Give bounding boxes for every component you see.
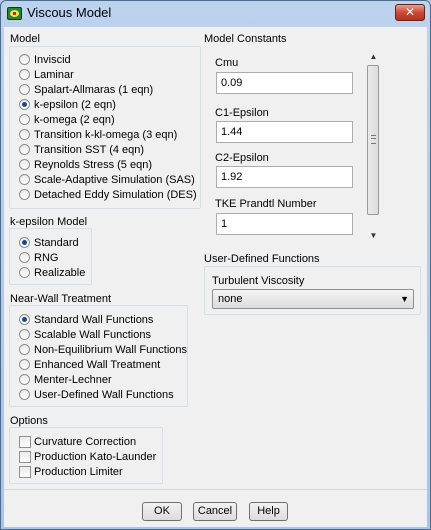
chevron-down-icon: ▼ bbox=[400, 294, 409, 304]
radio-circle bbox=[19, 84, 30, 95]
turbulent-viscosity-dropdown[interactable]: none ▼ bbox=[212, 289, 414, 309]
checkbox-box bbox=[19, 466, 31, 478]
radio-circle bbox=[19, 344, 30, 355]
radio-label: RNG bbox=[34, 252, 59, 264]
radio-circle bbox=[19, 237, 30, 248]
scroll-down-arrow-icon[interactable]: ▼ bbox=[366, 228, 381, 243]
radio-circle bbox=[19, 252, 30, 263]
radio-label: Scalable Wall Functions bbox=[34, 329, 151, 341]
radio-circle bbox=[19, 144, 30, 155]
radio-circle bbox=[19, 54, 30, 65]
radio-label: User-Defined Wall Functions bbox=[34, 389, 174, 401]
radio-circle bbox=[19, 389, 30, 400]
radio-label: Spalart-Allmaras (1 eqn) bbox=[34, 84, 154, 96]
radio-label: k-omega (2 eqn) bbox=[34, 114, 115, 126]
scroll-thumb[interactable] bbox=[367, 65, 379, 215]
button-separator bbox=[4, 489, 427, 490]
radio-label: Scale-Adaptive Simulation (SAS) bbox=[34, 174, 195, 186]
tke-prandtl-input[interactable] bbox=[216, 213, 353, 235]
c1-epsilon-input[interactable] bbox=[216, 121, 353, 143]
checkbox-label: Production Kato-Launder bbox=[34, 451, 157, 463]
options-group: Curvature Correction Production Kato-Lau… bbox=[9, 427, 163, 484]
c2-epsilon-input[interactable] bbox=[216, 166, 353, 188]
radio-circle bbox=[19, 267, 30, 278]
radio-label: Enhanced Wall Treatment bbox=[34, 359, 161, 371]
near-wall-treatment-group: Standard Wall Functions Scalable Wall Fu… bbox=[9, 305, 188, 407]
radio-circle bbox=[19, 359, 30, 370]
model-group: Inviscid Laminar Spalart-Allmaras (1 eqn… bbox=[9, 46, 201, 209]
turbulent-viscosity-label: Turbulent Viscosity bbox=[212, 275, 305, 287]
radio-label: k-epsilon (2 eqn) bbox=[34, 99, 116, 111]
radio-circle bbox=[19, 114, 30, 125]
cmu-label: Cmu bbox=[215, 57, 239, 69]
radio-circle bbox=[19, 189, 30, 200]
radio-circle bbox=[19, 174, 30, 185]
app-icon bbox=[7, 7, 22, 20]
checkbox-box bbox=[19, 436, 31, 448]
udf-label: User-Defined Functions bbox=[204, 253, 320, 265]
dialog-body: Model Inviscid Laminar Spalart-Allmaras … bbox=[4, 27, 427, 527]
ok-button[interactable]: OK bbox=[142, 502, 182, 521]
k-epsilon-model-label: k-epsilon Model bbox=[10, 216, 88, 228]
radio-label: Menter-Lechner bbox=[34, 374, 112, 386]
c2-epsilon-label: C2-Epsilon bbox=[215, 152, 269, 164]
scroll-up-arrow-icon[interactable]: ▲ bbox=[366, 49, 381, 64]
model-constants-label: Model Constants bbox=[204, 33, 287, 45]
radio-circle bbox=[19, 374, 30, 385]
radio-label: Reynolds Stress (5 eqn) bbox=[34, 159, 152, 171]
radio-label: Detached Eddy Simulation (DES) bbox=[34, 189, 197, 201]
checkbox-label: Curvature Correction bbox=[34, 436, 137, 448]
model-constants-scrollbar[interactable]: ▲ ▼ bbox=[366, 49, 381, 243]
c1-epsilon-label: C1-Epsilon bbox=[215, 107, 269, 119]
radio-circle bbox=[19, 69, 30, 80]
window-title: Viscous Model bbox=[27, 5, 112, 20]
radio-label: Transition SST (4 eqn) bbox=[34, 144, 145, 156]
options-label: Options bbox=[10, 415, 48, 427]
checkbox-box bbox=[19, 451, 31, 463]
radio-label: Non-Equilibrium Wall Functions bbox=[34, 344, 188, 356]
radio-label: Laminar bbox=[34, 69, 74, 81]
radio-circle bbox=[19, 329, 30, 340]
checkbox-label: Production Limiter bbox=[34, 466, 123, 478]
model-group-label: Model bbox=[10, 33, 40, 45]
radio-label: Realizable bbox=[34, 267, 86, 279]
k-epsilon-model-group: Standard RNG Realizable bbox=[9, 228, 92, 285]
near-wall-treatment-label: Near-Wall Treatment bbox=[10, 293, 112, 305]
radio-circle bbox=[19, 99, 30, 110]
cancel-button[interactable]: Cancel bbox=[193, 502, 237, 521]
radio-circle bbox=[19, 129, 30, 140]
dropdown-value: none bbox=[218, 293, 243, 305]
cmu-input[interactable] bbox=[216, 72, 353, 94]
radio-label: Standard bbox=[34, 237, 79, 249]
help-button[interactable]: Help bbox=[249, 502, 288, 521]
radio-circle bbox=[19, 159, 30, 170]
close-button[interactable]: ✕ bbox=[395, 4, 425, 21]
viscous-model-dialog: Viscous Model ✕ Model Inviscid Laminar S… bbox=[0, 0, 431, 530]
radio-label: Standard Wall Functions bbox=[34, 314, 154, 326]
radio-label: Inviscid bbox=[34, 54, 71, 66]
title-bar[interactable]: Viscous Model ✕ bbox=[1, 1, 430, 27]
tke-prandtl-label: TKE Prandtl Number bbox=[215, 198, 317, 210]
grip-icon bbox=[371, 135, 376, 144]
radio-circle bbox=[19, 314, 30, 325]
radio-label: Transition k-kl-omega (3 eqn) bbox=[34, 129, 178, 141]
